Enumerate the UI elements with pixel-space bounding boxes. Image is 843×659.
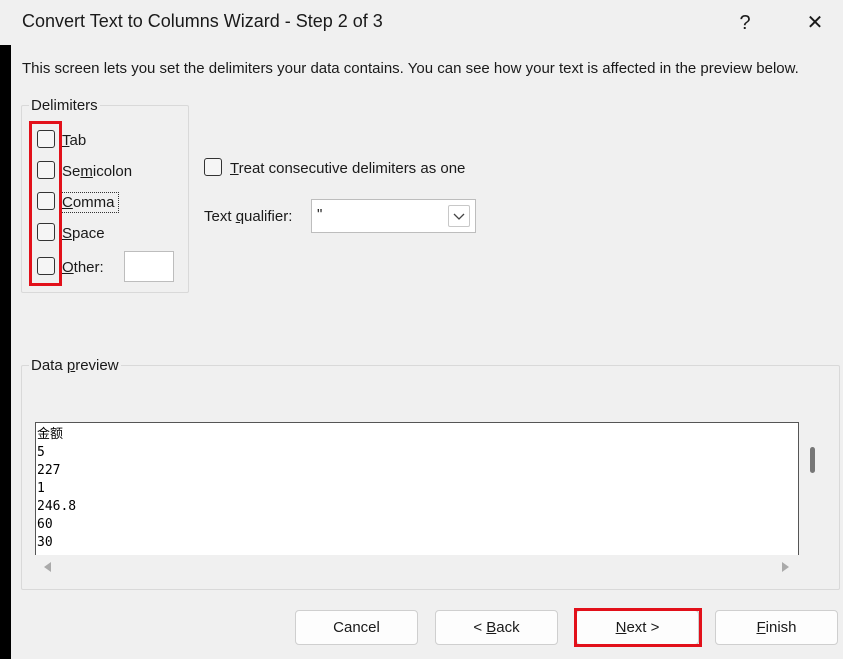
text-qualifier-value: " xyxy=(317,206,323,223)
chevron-down-icon[interactable] xyxy=(448,205,470,227)
title-bar: Convert Text to Columns Wizard - Step 2 … xyxy=(0,0,843,45)
space-label[interactable]: Space xyxy=(62,225,105,242)
preview-line: 金额 xyxy=(37,427,64,442)
checkbox-highlight xyxy=(29,121,62,286)
instructions-text: This screen lets you set the delimiters … xyxy=(22,60,799,77)
cancel-button[interactable]: Cancel xyxy=(295,610,418,645)
scroll-left-arrow-icon[interactable] xyxy=(44,562,51,572)
consecutive-checkbox[interactable] xyxy=(204,158,222,176)
tab-label[interactable]: Tab xyxy=(62,132,86,149)
text-qualifier-select[interactable]: " xyxy=(311,199,476,233)
back-button[interactable]: < Back xyxy=(435,610,558,645)
preview-line: 246.8 xyxy=(37,499,77,514)
data-preview-label: Data preview xyxy=(29,357,121,374)
other-delimiter-input[interactable] xyxy=(124,251,174,282)
data-preview-area[interactable]: 金额 5 227 1 246.8 60 30 xyxy=(35,422,799,555)
preview-line: 1 xyxy=(37,481,45,496)
scroll-right-arrow-icon[interactable] xyxy=(782,562,789,572)
window-title: Convert Text to Columns Wizard - Step 2 … xyxy=(22,11,383,31)
next-button-highlight xyxy=(574,608,702,647)
preview-line: 5 xyxy=(37,445,45,460)
text-qualifier-label: Text qualifier: xyxy=(204,208,293,225)
preview-line: 60 xyxy=(37,517,53,532)
semicolon-label[interactable]: Semicolon xyxy=(62,163,132,180)
other-label[interactable]: Other: xyxy=(62,259,104,276)
delimiters-group-label: Delimiters xyxy=(29,97,100,114)
vertical-scrollbar-thumb[interactable] xyxy=(810,447,815,473)
close-button[interactable]: ✕ xyxy=(795,8,835,38)
comma-label[interactable]: Comma xyxy=(62,194,115,211)
finish-button[interactable]: Finish xyxy=(715,610,838,645)
help-button[interactable]: ? xyxy=(725,8,765,38)
preview-line: 30 xyxy=(37,535,53,550)
consecutive-label[interactable]: Treat consecutive delimiters as one xyxy=(230,160,465,177)
preview-line: 227 xyxy=(37,463,61,478)
window-edge xyxy=(0,45,11,659)
